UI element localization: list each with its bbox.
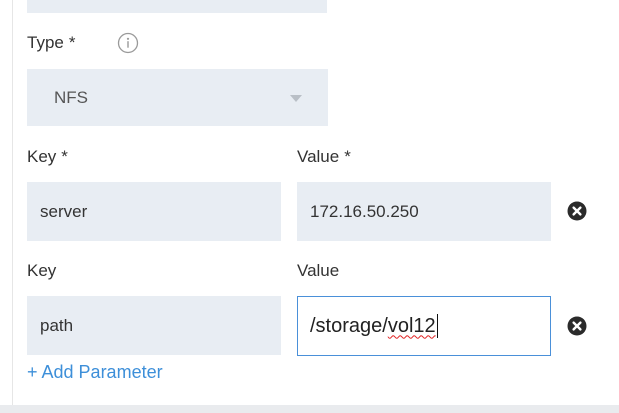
add-parameter-link[interactable]: + Add Parameter	[27, 362, 163, 383]
key-label: Key	[27, 261, 57, 280]
form-left-border	[12, 0, 13, 405]
key-label: Key *	[27, 147, 68, 166]
text-cursor	[436, 314, 438, 338]
info-circle-icon[interactable]	[117, 32, 139, 54]
type-label: Type *	[27, 33, 76, 52]
type-select[interactable]: NFS	[27, 69, 328, 126]
value-label: Value	[297, 261, 340, 280]
previous-field[interactable]	[27, 0, 327, 13]
bottom-bar	[0, 405, 619, 413]
parameter-key-input[interactable]: path	[27, 296, 281, 355]
remove-circle-icon[interactable]	[567, 201, 587, 221]
parameter-key-input[interactable]: server	[27, 182, 281, 241]
parameter-value-input[interactable]: /storage/vol12	[297, 296, 551, 356]
value-label: Value *	[297, 147, 351, 166]
caret-down-icon	[290, 95, 302, 102]
remove-circle-icon[interactable]	[567, 316, 587, 336]
parameter-value-input[interactable]: 172.16.50.250	[297, 182, 551, 241]
